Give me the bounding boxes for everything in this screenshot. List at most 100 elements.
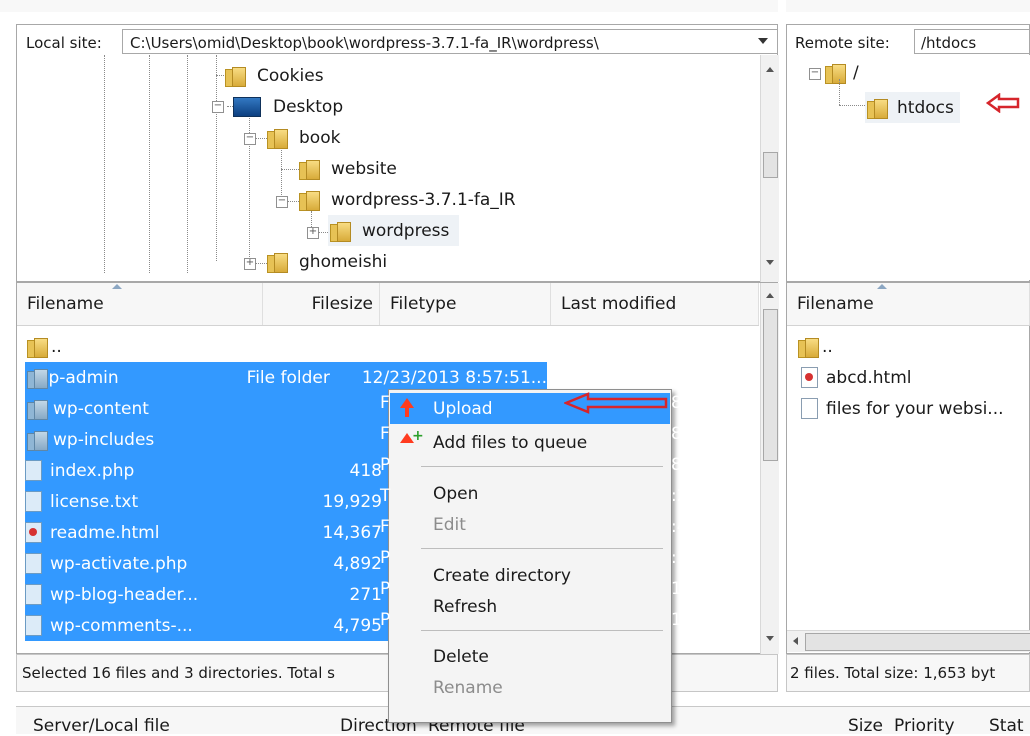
- menu-label: Open: [433, 483, 479, 504]
- file-icon: [25, 584, 42, 605]
- menu-item-delete[interactable]: Delete: [390, 641, 670, 672]
- scroll-down-icon[interactable]: [766, 636, 774, 641]
- tree-item-wordpress-ir[interactable]: wordpress-3.7.1-fa_IR: [297, 184, 516, 215]
- tree-item-book[interactable]: book: [265, 122, 340, 153]
- menu-label: Edit: [433, 514, 466, 535]
- partial-type-readme: F: [380, 517, 390, 537]
- upload-arrow-stem-icon: [405, 407, 409, 417]
- file-icon: [25, 460, 42, 481]
- remote-row-files[interactable]: files for your websi...: [801, 393, 1004, 424]
- menu-item-edit[interactable]: Edit: [390, 509, 670, 540]
- file-name: abcd.html: [826, 367, 912, 388]
- file-name: readme.html: [50, 522, 160, 543]
- sort-ascending-icon: [877, 284, 887, 289]
- menu-item-open[interactable]: Open: [390, 478, 670, 509]
- sort-ascending-icon: [112, 284, 122, 289]
- partial-modified-wp-content: 8:03...: [671, 393, 726, 413]
- remote-tree-htdocs[interactable]: htdocs: [865, 92, 960, 123]
- book-expander[interactable]: −: [244, 133, 256, 145]
- menu-item-rename[interactable]: Rename: [390, 672, 670, 703]
- menu-item-add-to-queue[interactable]: + Add files to queue: [390, 427, 670, 458]
- scroll-thumb[interactable]: [763, 309, 778, 461]
- html-file-icon: [25, 522, 42, 543]
- file-icon: [25, 615, 42, 636]
- tree-item-ghomeishi[interactable]: ghomeishi: [265, 246, 387, 277]
- folder-icon: [25, 398, 48, 420]
- tree-item-cookies[interactable]: Cookies: [223, 60, 324, 91]
- scroll-up-icon[interactable]: [766, 293, 774, 298]
- folder-icon: [823, 62, 846, 84]
- scroll-thumb[interactable]: [763, 152, 778, 178]
- scroll-left-icon[interactable]: [793, 637, 798, 645]
- remote-row-abcd[interactable]: abcd.html: [801, 362, 911, 393]
- file-size: 14,367: [322, 522, 382, 543]
- menu-item-refresh[interactable]: Refresh: [390, 591, 670, 622]
- local-site-path: C:\Users\omid\Desktop\book\wordpress-3.7…: [130, 34, 599, 52]
- file-name: wp-content: [53, 398, 149, 419]
- file-modified: 12/23/2013 8:57:51...: [361, 367, 547, 388]
- menu-label: Upload: [433, 398, 493, 419]
- ghomeishi-expander[interactable]: +: [244, 258, 256, 270]
- remote-row-parent[interactable]: ..: [796, 331, 833, 362]
- right-top-divider: [786, 0, 1030, 12]
- scroll-thumb[interactable]: [805, 633, 1030, 651]
- queue-size-header[interactable]: Size: [848, 716, 883, 736]
- folder-icon: [25, 336, 48, 358]
- filesize-column-header[interactable]: Filesize: [263, 283, 380, 325]
- local-status-text: Selected 16 files and 3 directories. Tot…: [22, 664, 335, 682]
- folder-icon: [297, 158, 320, 180]
- add-to-queue-plus-icon: +: [412, 428, 424, 444]
- folder-icon: [865, 97, 888, 119]
- queue-server-local-header[interactable]: Server/Local file: [33, 716, 170, 736]
- tree-item-wordpress[interactable]: wordpress: [328, 215, 460, 246]
- tree-item-desktop[interactable]: Desktop: [233, 91, 343, 122]
- tree-label: wordpress-3.7.1-fa_IR: [331, 189, 516, 210]
- scroll-down-icon[interactable]: [766, 260, 774, 265]
- tree-label: Cookies: [257, 65, 324, 86]
- menu-separator: [421, 630, 663, 631]
- remote-root-expander[interactable]: −: [809, 68, 821, 80]
- folder-icon: [25, 367, 46, 389]
- partial-modified-wp-includes: 8:01...: [671, 424, 726, 444]
- scroll-up-icon[interactable]: [766, 67, 774, 72]
- tree-label: Desktop: [273, 96, 344, 117]
- file-name: files for your websi...: [826, 398, 1004, 419]
- desktop-icon: [233, 96, 261, 117]
- file-name: ..: [822, 336, 833, 357]
- local-tree: − − − + + Cookies Desktop book website w…: [17, 55, 762, 281]
- last-modified-column-header[interactable]: Last modified: [551, 283, 759, 325]
- remote-tree-root[interactable]: /: [823, 57, 859, 88]
- local-path-dropdown-icon[interactable]: [758, 38, 768, 44]
- local-site-label: Local site:: [26, 34, 102, 52]
- annotation-arrow-icon: [986, 93, 1020, 113]
- folder-icon: [328, 220, 351, 242]
- local-list-scrollbar[interactable]: [760, 283, 779, 654]
- folder-icon: [265, 251, 288, 273]
- wordpress-expander[interactable]: +: [307, 227, 319, 239]
- file-type: File folder: [246, 367, 330, 388]
- local-tree-scrollbar[interactable]: [760, 55, 779, 282]
- filename-column-header[interactable]: Filename: [17, 283, 263, 325]
- remote-site-label: Remote site:: [795, 34, 890, 52]
- wordpress-ir-expander[interactable]: −: [276, 196, 288, 208]
- queue-status-header[interactable]: Stat: [989, 716, 1024, 736]
- queue-priority-header[interactable]: Priority: [894, 716, 955, 736]
- file-icon: [25, 491, 42, 512]
- tree-label: /: [853, 62, 859, 83]
- remote-filename-column-header[interactable]: Filename: [787, 283, 1030, 325]
- menu-label: Rename: [433, 677, 503, 698]
- menu-item-create-directory[interactable]: Create directory: [390, 560, 670, 591]
- tree-item-website[interactable]: website: [297, 153, 397, 184]
- desktop-expander[interactable]: −: [212, 101, 224, 113]
- remote-horizontal-scrollbar[interactable]: [787, 630, 1030, 652]
- partial-modified-index: 8:12...: [671, 455, 726, 475]
- folder-icon: [796, 336, 819, 358]
- partial-modified-comments: 10 AM: [671, 610, 725, 630]
- file-size: 4,795: [333, 615, 382, 636]
- file-name: wp-includes: [53, 429, 155, 450]
- context-menu: Upload + Add files to queue Open Edit Cr…: [388, 389, 672, 723]
- partial-type-index: P: [380, 455, 391, 475]
- tree-label: wordpress: [362, 220, 450, 241]
- list-row-parent[interactable]: ..: [17, 331, 547, 362]
- filetype-column-header[interactable]: Filetype: [380, 283, 551, 325]
